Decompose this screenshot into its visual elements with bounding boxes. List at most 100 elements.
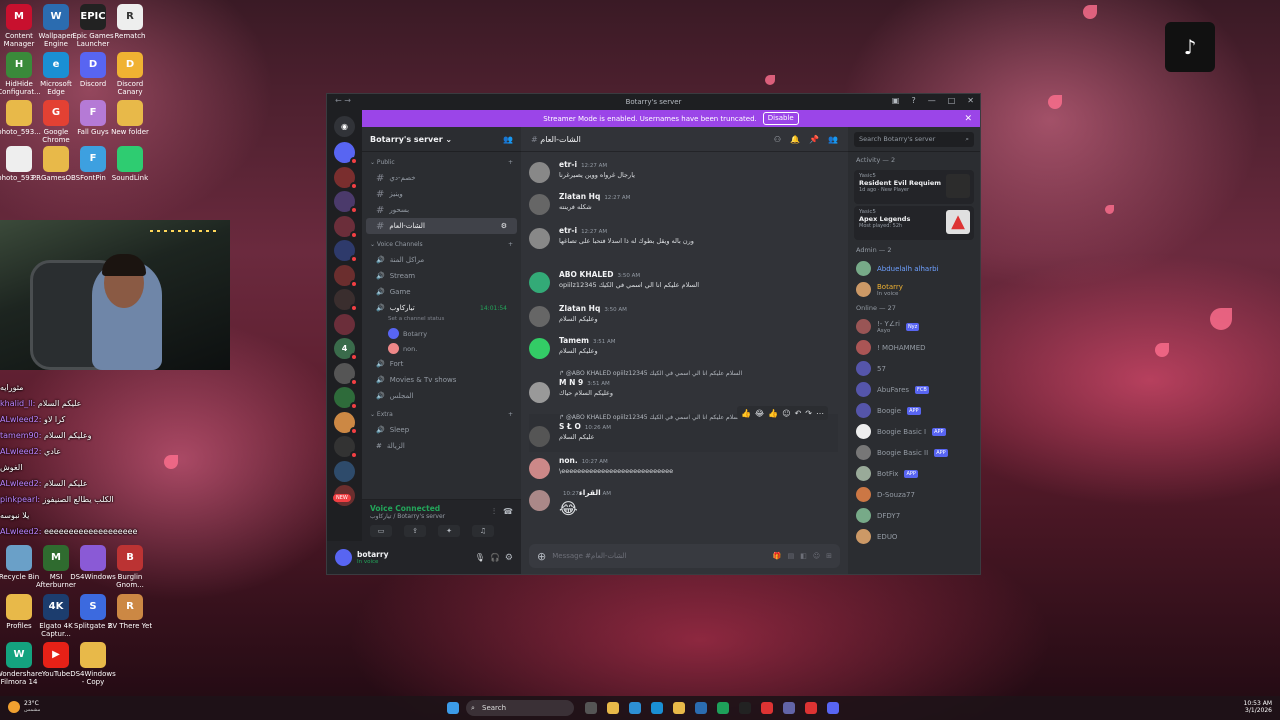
avatar[interactable] [529,306,550,327]
member-search-input[interactable]: Search Botarry's server [859,132,935,147]
taskbar-app-icon[interactable] [673,702,685,714]
category-header[interactable]: ⌄ Extra + [362,408,521,422]
message[interactable]: ↱ @ABO KHALED opiilz12345 السلام عليكم ا… [529,370,838,408]
server-icon[interactable] [334,436,358,459]
avatar[interactable] [529,458,550,479]
voice-channel[interactable]: 🔊 Movies & Tv shows [366,372,517,388]
activities-button[interactable]: ✦ [438,525,460,537]
member-list-icon[interactable]: 👥 [828,135,838,144]
voice-channel[interactable]: 🔊 المجلس [366,388,517,404]
message[interactable]: Zlatan Hq 3:50 AM وعليكم السلام [529,304,838,334]
voice-channel[interactable]: 🔊 Game [366,284,517,300]
bell-icon[interactable]: 🔔 [790,135,800,144]
desktop-icon[interactable]: DS4Windows - Copy [68,642,118,686]
message-author[interactable]: etr‑i 12:27 AM [559,160,838,169]
add-channel-icon[interactable]: + [508,408,513,422]
desktop-icon[interactable]: R Rematch [105,4,155,40]
member-row[interactable]: DFDY7 [848,505,980,526]
message-author[interactable]: Zlatan Hq 3:50 AM [559,304,838,313]
server-icon[interactable] [334,460,355,482]
member-row[interactable]: EDUO [848,526,980,547]
member-row[interactable]: Boogie Basic I APP [848,421,980,442]
avatar[interactable] [529,338,550,359]
member-row[interactable]: Abduelalh alharbi [848,258,980,279]
taskbar-app-icon[interactable] [607,702,619,714]
add-channel-icon[interactable]: + [508,156,513,170]
back-arrow-icon[interactable]: ← → [335,96,351,105]
headphones-icon[interactable]: 🎧 [490,553,500,562]
message[interactable]: etr‑i 12:27 AM يارجال غرواه ووين يصيرغرنا [529,160,838,190]
clock-date[interactable]: 3/1/2026 [1244,707,1272,714]
message[interactable]: Tamem 3:51 AM وعليكم السلام [529,336,838,366]
clock-time[interactable]: 10:53 AM [1244,700,1272,707]
text-channel[interactable]: # بسحور [366,202,517,218]
noise-suppression-icon[interactable]: ⫶ [493,507,495,517]
taskbar-app-icon[interactable] [805,702,817,714]
add-attachment-icon[interactable]: ⊕ [537,550,546,563]
server-icon[interactable] [334,142,358,165]
weather-icon[interactable] [8,700,20,713]
activity-card[interactable]: Yasic5 Resident Evil Requiem 1d ago · New … [854,170,974,204]
server-icon[interactable] [334,411,358,435]
member-row[interactable]: Boogie Basic II APP [848,442,980,463]
apps-icon[interactable]: ⊞ [826,552,832,560]
server-icon[interactable] [334,166,358,190]
member-row[interactable]: ! MOHAMMED [848,337,980,358]
gift-icon[interactable]: 🎁 [773,552,782,560]
message-author[interactable]: ABO KHALED 3:50 AM [559,270,838,279]
server-icon[interactable] [334,264,358,288]
message-composer[interactable]: ⊕ Message #الشات‑العام 🎁 ▤ ◧ ☺ ⊞ [529,544,840,568]
avatar[interactable] [529,194,550,215]
text-channel[interactable]: # الشات‑العام ⚙ [366,218,517,234]
server-icon[interactable] [334,362,358,386]
maximize-button[interactable]: □ [948,96,956,105]
screenshare-button[interactable]: ⇪ [404,525,426,537]
add-channel-icon[interactable]: + [508,238,513,252]
message-author[interactable]: القراء10:27 AM [559,488,838,497]
avatar[interactable] [529,228,550,249]
reply-icon[interactable]: ↶ [795,409,802,418]
add-reaction-icon[interactable]: ☺ [782,409,790,418]
server-icon[interactable] [334,215,358,239]
pin-icon[interactable]: 📌 [809,135,819,144]
desktop-icon[interactable]: B Burglin Gnom... [105,545,155,589]
taskbar-app-icon[interactable] [717,702,729,714]
more-icon[interactable]: ⋯ [816,409,824,418]
start-button[interactable] [447,702,459,714]
taskbar-search[interactable]: ⌕ Search [466,700,574,716]
desktop-icon[interactable]: New folder [105,100,155,136]
microphone-icon[interactable]: 🎙 [475,553,485,562]
channel-settings-icon[interactable]: ⚙ [501,222,507,230]
avatar[interactable] [529,426,550,447]
react-icon[interactable]: 👍 [741,409,751,418]
server-header[interactable]: Botarry's server ⌄ 👥 [362,127,521,152]
text-channel[interactable]: # وينيز [366,186,517,202]
voice-channel[interactable]: # الزيالة [366,438,517,454]
member-row[interactable]: !- Y∠ri Asyo Nyz [848,316,980,337]
voice-channel[interactable]: 🔊 Sleep [366,422,517,438]
message-author[interactable]: M N 9 3:51 AM [559,378,838,387]
close-button[interactable]: ✕ [967,96,974,105]
avatar[interactable] [529,162,550,183]
sticker-icon[interactable]: ◧ [800,552,807,560]
gif-icon[interactable]: ▤ [788,552,795,560]
voice-channel[interactable]: 🔊 Stream [366,268,517,284]
server-icon[interactable] [334,240,358,263]
message[interactable]: ↱ @ABO KHALED opiilz12345 السلام عليكم ا… [529,406,838,452]
voice-channel[interactable]: 🔊 تياركاوب 14:01:54 [366,300,517,316]
voice-channel[interactable]: 🔊 مراكل المنة [366,252,517,268]
minimize-button[interactable]: — [928,96,936,105]
member-row[interactable]: AbuFares FCB [848,379,980,400]
voice-user[interactable]: non. [362,341,521,356]
emoji-icon[interactable]: 😂 [755,409,764,418]
avatar[interactable] [335,549,352,566]
desktop-icon[interactable]: R RV There Yet [105,594,155,630]
add-member-icon[interactable]: 👥 [503,135,513,144]
server-icon[interactable] [334,191,358,214]
category-header[interactable]: ⌄ Public + [362,156,521,170]
server-icon[interactable]: 4 [334,338,358,361]
message[interactable]: ABO KHALED 3:50 AM opiilz12345 السلام عليك… [529,270,838,300]
voice-user[interactable]: Botarry [362,326,521,341]
thumbs-up-icon[interactable]: 👍 [768,409,778,418]
threads-icon[interactable]: ⚇ [774,135,781,144]
